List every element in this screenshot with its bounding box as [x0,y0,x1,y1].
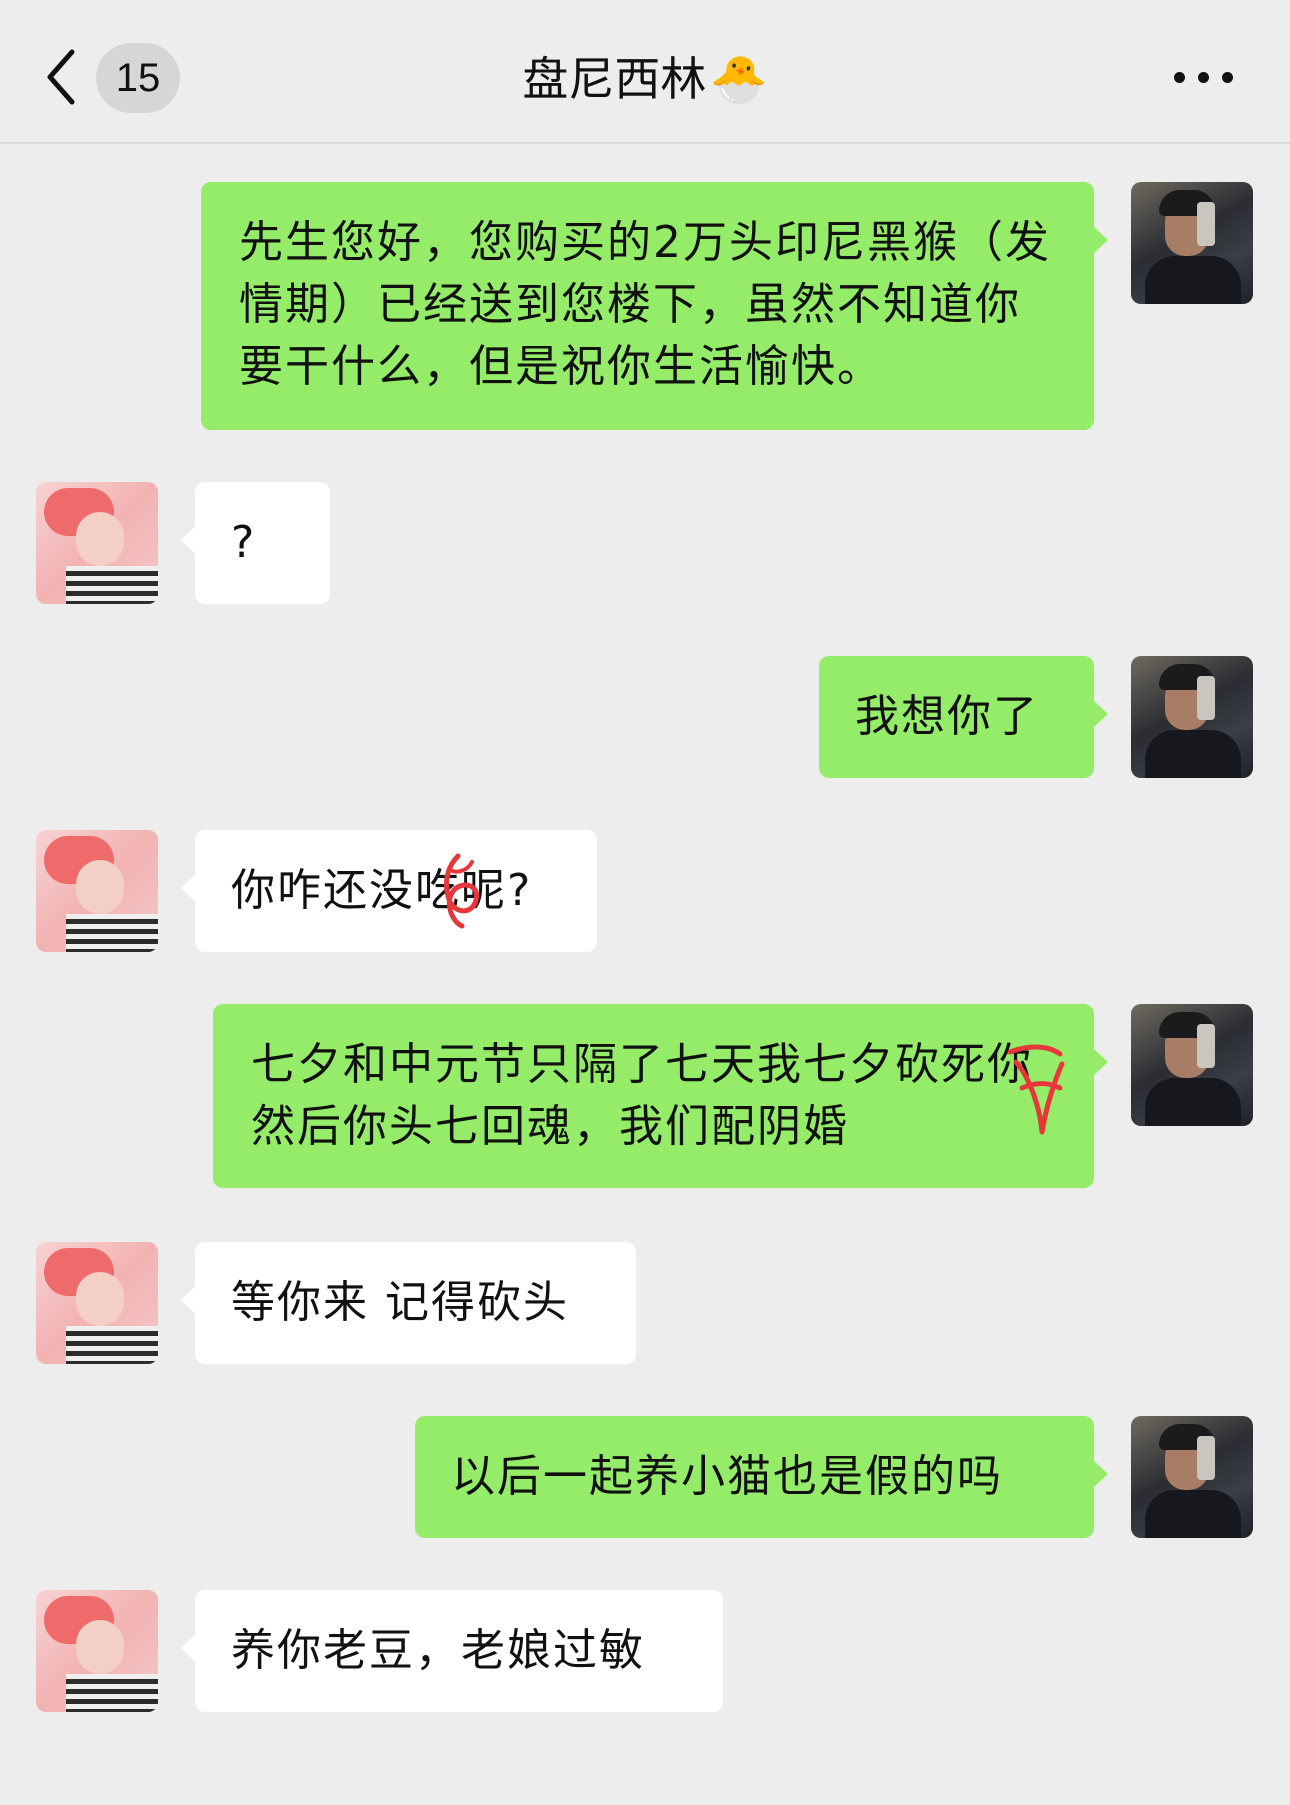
contact-message-bubble[interactable]: 养你老豆，老娘过敏 [181,1590,723,1712]
contact-message-bubble[interactable]: 等你来 记得砍头 [181,1242,636,1364]
my-message-bubble[interactable]: 七夕和中元节只隔了七天我七夕砍死你然后你头七回魂，我们配阴婚 [213,1004,1108,1188]
contact-message-bubble[interactable]: 你咋还没吃呢? [181,830,597,952]
my-avatar[interactable] [1131,1004,1253,1126]
my-avatar[interactable] [1131,656,1253,778]
contact-avatar[interactable] [36,482,158,604]
contact-name: 盘尼西林 [522,52,707,106]
my-message-bubble[interactable]: 先生您好，您购买的2万头印尼黑猴（发情期）已经送到您楼下，虽然不知道你要干什么，… [201,182,1108,430]
more-dots-icon[interactable] [1172,58,1236,98]
hatching-chick-icon: 🐣 [710,52,768,106]
my-message-bubble[interactable]: 以后一起养小猫也是假的吗 [415,1416,1108,1538]
chat-title[interactable]: 盘尼西林🐣 [345,44,945,114]
my-message-bubble[interactable]: 我想你了 [819,656,1108,778]
contact-avatar[interactable] [36,1590,158,1712]
contact-message-bubble[interactable]: ? [181,482,330,604]
contact-avatar[interactable] [36,830,158,952]
my-avatar[interactable] [1131,1416,1253,1538]
chat-header: 15 盘尼西林🐣 [0,0,1290,144]
contact-avatar[interactable] [36,1242,158,1364]
chevron-left-icon[interactable] [42,42,82,112]
unread-count-badge[interactable]: 15 [96,43,180,113]
my-avatar[interactable] [1131,182,1253,304]
